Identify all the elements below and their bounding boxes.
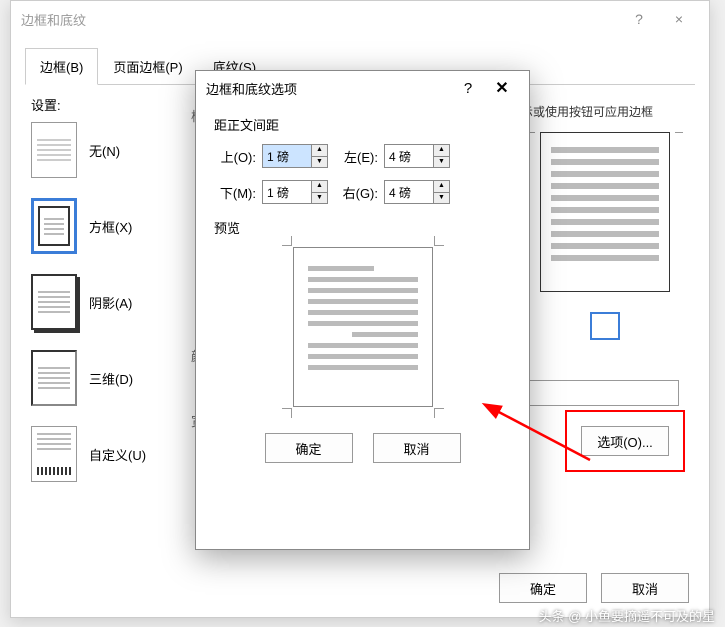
watermark: 头条 @ 小鱼要摘遥不可及的星 — [539, 606, 715, 625]
left-down[interactable]: ▼ — [434, 157, 449, 168]
left-input[interactable] — [385, 145, 433, 167]
sub-help-button[interactable]: ? — [451, 80, 485, 97]
custom-icon — [31, 426, 77, 482]
sub-titlebar: 边框和底纹选项 ? ✕ — [196, 71, 529, 105]
none-icon — [31, 122, 77, 178]
main-ok-button[interactable]: 确定 — [499, 573, 587, 603]
tab-borders[interactable]: 边框(B) — [25, 48, 98, 85]
shadow-icon — [31, 274, 77, 330]
left-up[interactable]: ▲ — [434, 145, 449, 157]
bottom-input[interactable] — [263, 181, 311, 203]
right-up[interactable]: ▲ — [434, 181, 449, 193]
setting-none-label: 无(N) — [89, 141, 120, 160]
sub-preview-label: 预览 — [214, 218, 511, 237]
setting-shadow-label: 阴影(A) — [89, 293, 132, 312]
help-button[interactable]: ? — [619, 11, 659, 27]
setting-none[interactable]: 无(N) — [31, 122, 181, 178]
setting-custom[interactable]: 自定义(U) — [31, 426, 181, 482]
borders-shading-options-dialog: 边框和底纹选项 ? ✕ 距正文间距 上(O): ▲▼ 左(E): ▲▼ — [195, 70, 530, 550]
right-input[interactable] — [385, 181, 433, 203]
setting-3d[interactable]: 三维(D) — [31, 350, 181, 406]
bottom-down[interactable]: ▼ — [312, 193, 327, 204]
setting-shadow[interactable]: 阴影(A) — [31, 274, 181, 330]
right-down[interactable]: ▼ — [434, 193, 449, 204]
preview-toggle-button[interactable] — [590, 312, 620, 340]
tab-page-borders[interactable]: 页面边框(P) — [98, 48, 197, 85]
preview-hint: 示或使用按钮可应用边框 — [521, 103, 689, 120]
right-label: 右(G): — [336, 183, 378, 202]
close-button[interactable]: × — [659, 11, 699, 27]
bottom-spinner[interactable]: ▲▼ — [262, 180, 328, 204]
settings-label: 设置: — [31, 95, 181, 114]
sub-preview — [293, 247, 433, 407]
setting-custom-label: 自定义(U) — [89, 445, 146, 464]
setting-3d-label: 三维(D) — [89, 369, 133, 388]
main-cancel-button[interactable]: 取消 — [601, 573, 689, 603]
sub-ok-button[interactable]: 确定 — [265, 433, 353, 463]
sub-close-button[interactable]: ✕ — [485, 78, 519, 98]
settings-column: 设置: 无(N) 方框(X) 阴影(A) — [31, 95, 181, 502]
apply-to-select[interactable] — [519, 380, 679, 406]
left-label: 左(E): — [336, 147, 378, 166]
bottom-up[interactable]: ▲ — [312, 181, 327, 193]
setting-box[interactable]: 方框(X) — [31, 198, 181, 254]
main-footer: 确定 取消 — [499, 573, 689, 603]
main-preview — [540, 132, 670, 292]
sub-title: 边框和底纹选项 — [206, 79, 451, 98]
setting-box-label: 方框(X) — [89, 217, 132, 236]
main-titlebar: 边框和底纹 ? × — [11, 1, 709, 37]
top-down[interactable]: ▼ — [312, 157, 327, 168]
main-title: 边框和底纹 — [21, 10, 619, 29]
top-input[interactable] — [263, 145, 311, 167]
right-spinner[interactable]: ▲▼ — [384, 180, 450, 204]
threed-icon — [31, 350, 77, 406]
box-icon — [31, 198, 77, 254]
options-button[interactable]: 选项(O)... — [581, 426, 669, 456]
bottom-label: 下(M): — [214, 183, 256, 202]
left-spinner[interactable]: ▲▼ — [384, 144, 450, 168]
top-spinner[interactable]: ▲▼ — [262, 144, 328, 168]
top-label: 上(O): — [214, 147, 256, 166]
top-up[interactable]: ▲ — [312, 145, 327, 157]
sub-cancel-button[interactable]: 取消 — [373, 433, 461, 463]
margin-group-label: 距正文间距 — [214, 115, 511, 134]
